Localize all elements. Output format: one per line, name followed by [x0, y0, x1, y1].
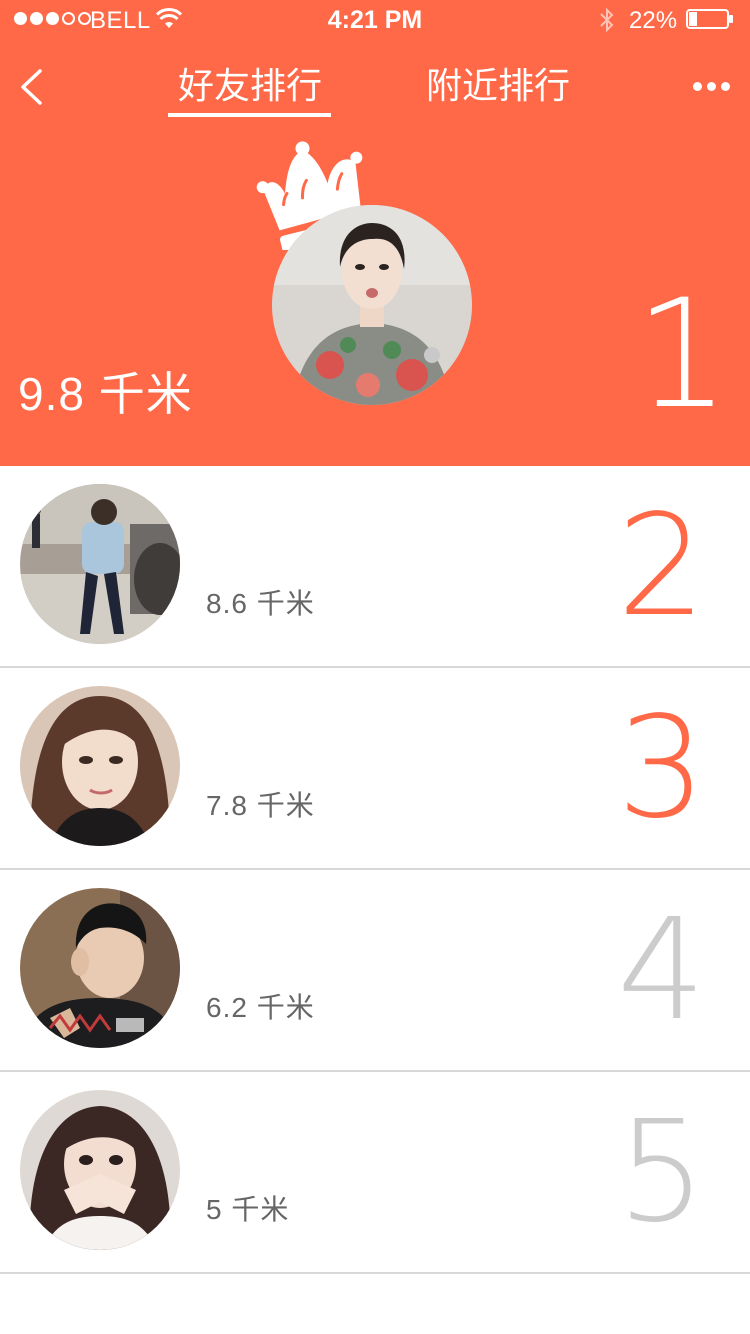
- rank-1-number: 1: [634, 268, 730, 442]
- leaderboard-row[interactable]: 7.8 千米 3: [0, 668, 750, 870]
- avatar-rank-3[interactable]: [20, 686, 180, 846]
- rank-2-distance: 8.6 千米: [206, 588, 315, 619]
- rank-5-distance: 5 千米: [206, 1194, 290, 1225]
- status-bar: BELL 4:21 PM 22%: [0, 0, 750, 40]
- bluetooth-icon: [600, 7, 614, 33]
- leaderboard-row[interactable]: 6.2 千米 4: [0, 870, 750, 1072]
- battery-percent: 22%: [629, 7, 678, 34]
- rank-3-distance: 7.8 千米: [206, 790, 315, 821]
- avatar-rank-2[interactable]: [20, 484, 180, 644]
- rank-1-distance: 9.8 千米: [18, 368, 193, 420]
- rank-2-number: 2: [616, 485, 706, 648]
- leaderboard-row[interactable]: 8.6 千米 2: [0, 466, 750, 668]
- leaderboard-header: BELL 4:21 PM 22% 好友排行 附近排行 9.8 千米 1: [0, 0, 750, 466]
- tab-friend-ranking[interactable]: 好友排行: [168, 62, 332, 114]
- rank-4-number: 4: [616, 889, 706, 1052]
- rank-3-number: 3: [616, 687, 706, 850]
- avatar-rank-4[interactable]: [20, 888, 180, 1048]
- avatar-rank-5[interactable]: [20, 1090, 180, 1250]
- leaderboard-row[interactable]: 5 千米 5: [0, 1072, 750, 1274]
- back-chevron-icon[interactable]: [18, 68, 44, 106]
- avatar-rank-1[interactable]: [272, 205, 472, 405]
- rank-5-number: 5: [616, 1091, 706, 1254]
- more-dots-icon[interactable]: [693, 78, 731, 94]
- rank-4-distance: 6.2 千米: [206, 992, 315, 1023]
- active-tab-indicator: [168, 113, 331, 117]
- battery-icon: [686, 9, 733, 29]
- tab-nearby-ranking[interactable]: 附近排行: [416, 62, 580, 114]
